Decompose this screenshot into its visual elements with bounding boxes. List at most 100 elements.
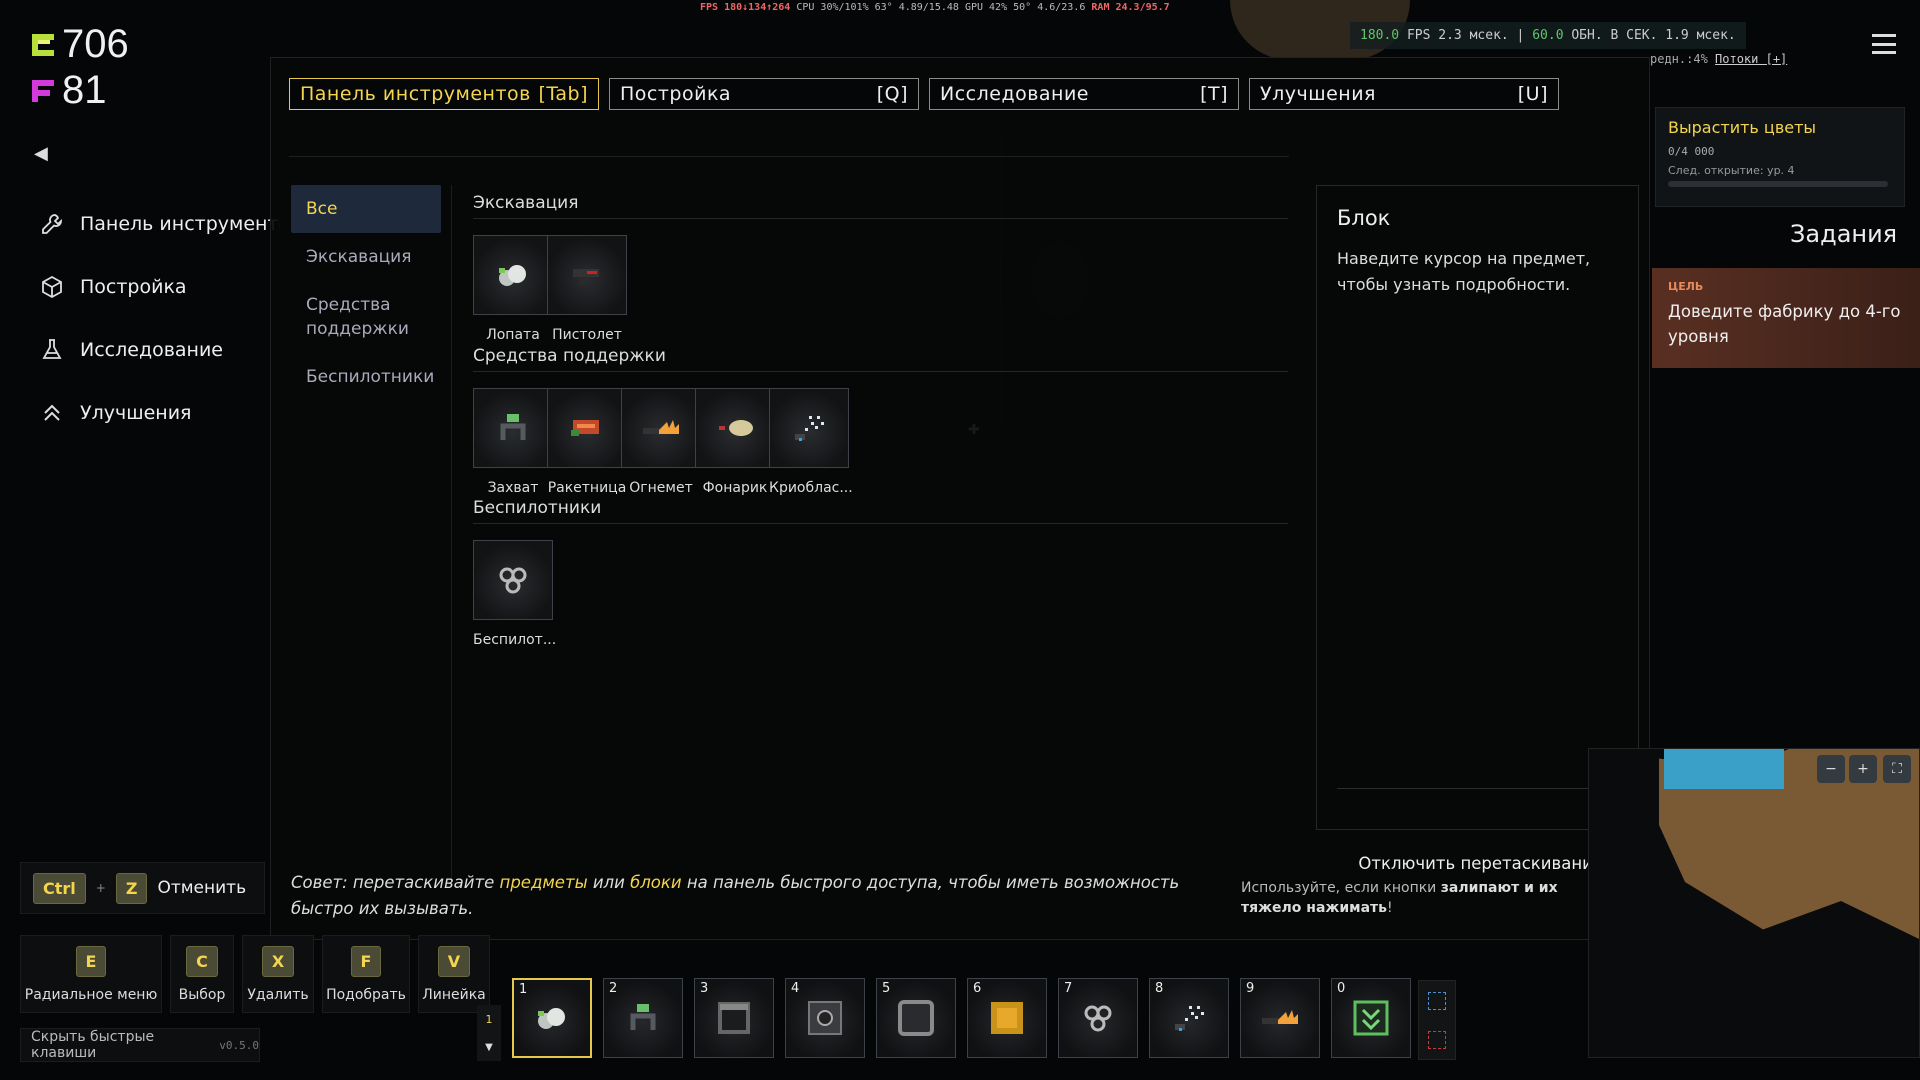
left-menu-research[interactable]: Исследование	[40, 318, 280, 381]
goal-card[interactable]: Вырастить цветы 0/4 000 След. открытие: …	[1655, 107, 1905, 207]
left-menu-toolbar[interactable]: Панель инструментов	[40, 192, 280, 255]
item-slot[interactable]	[473, 235, 553, 315]
collapse-arrow-icon[interactable]: ◀	[34, 143, 48, 164]
hotbar-slot-8[interactable]: 8	[1149, 978, 1229, 1058]
hint-part: или	[587, 873, 631, 892]
machine-block-icon	[808, 1001, 842, 1035]
hotbar-extra-tools	[1418, 980, 1456, 1060]
hotkey-select[interactable]: C Выбор	[170, 935, 234, 1013]
tab-key: [U]	[1517, 83, 1548, 105]
hotkey-delete[interactable]: X Удалить	[242, 935, 314, 1013]
delete-tool-icon[interactable]	[1428, 1030, 1446, 1049]
divider	[1337, 788, 1618, 789]
item-slot[interactable]	[621, 388, 701, 468]
hotkey-hints: E Радиальное меню C Выбор X Удалить F По…	[20, 935, 490, 1013]
item-pistol[interactable]: Пистолет	[547, 235, 627, 343]
item-slot[interactable]	[547, 235, 627, 315]
hotbar-page-indicator[interactable]: 1 ▼	[477, 1005, 501, 1061]
item-shovel[interactable]: Лопата	[473, 235, 553, 343]
hint-highlight: предметы	[499, 873, 588, 892]
hint-highlight: блоки	[630, 873, 682, 892]
minimap[interactable]: − + ⛶	[1588, 748, 1920, 1058]
hotkey-label: Удалить	[247, 986, 309, 1003]
hotbar-slot-0[interactable]: 0	[1331, 978, 1411, 1058]
tab-key: [T]	[1200, 83, 1228, 105]
item-flashlight[interactable]: Фонарик	[695, 388, 775, 496]
hotbar-slot-3[interactable]: 3	[694, 978, 774, 1058]
flashlight-icon	[719, 420, 753, 436]
item-flamethrower[interactable]: Огнемет	[621, 388, 701, 496]
item-slot[interactable]	[769, 388, 849, 468]
cube-icon	[42, 275, 62, 298]
item-slot[interactable]	[695, 388, 775, 468]
item-label: Фонарик	[702, 480, 768, 496]
select-tool-icon[interactable]	[1428, 991, 1446, 1010]
hotbar-slot-9[interactable]: 9	[1240, 978, 1320, 1058]
hide-hotkeys-button[interactable]: Скрыть быстрые клавиши v0.5.0	[20, 1028, 260, 1062]
undo-hint[interactable]: Ctrl + Z Отменить	[20, 862, 265, 914]
category-all[interactable]: Все	[291, 185, 441, 233]
grab-claw-icon	[630, 1004, 656, 1030]
minimap-fullscreen-icon[interactable]: ⛶	[1883, 755, 1911, 783]
grab-claw-icon	[500, 414, 526, 440]
item-slot[interactable]	[547, 388, 627, 468]
left-menu-label: Панель инструментов	[80, 212, 280, 235]
hotkey-ruler[interactable]: V Линейка	[418, 935, 490, 1013]
tab-research[interactable]: Исследование [T]	[929, 78, 1239, 110]
slot-number: 5	[882, 981, 891, 996]
left-menu-upgrades[interactable]: Улучшения	[40, 381, 280, 444]
threads-link[interactable]: Потоки [+]	[1715, 52, 1787, 66]
minimap-zoom-out[interactable]: −	[1817, 755, 1845, 783]
item-grab[interactable]: Захват	[473, 388, 553, 496]
left-menu-build[interactable]: Постройка	[40, 255, 280, 318]
undo-label: Отменить	[157, 878, 247, 898]
item-slot[interactable]	[473, 388, 553, 468]
hotbar-slot-1[interactable]: 1	[512, 978, 592, 1058]
hotbar-slot-4[interactable]: 4	[785, 978, 865, 1058]
hotkey-label: Выбор	[178, 986, 226, 1003]
item-cryoblaster[interactable]: Криоблас...	[769, 388, 853, 496]
hamburger-menu-icon[interactable]	[1872, 34, 1896, 54]
perf-gpu: GPU 42% 50° 4.6/23.6	[964, 2, 1086, 13]
chevrons-up-icon	[44, 404, 60, 421]
slot-number: 3	[700, 981, 709, 996]
hotkey-radial-menu[interactable]: E Радиальное меню	[20, 935, 162, 1013]
hotkey-pickup[interactable]: F Подобрать	[322, 935, 410, 1013]
hotbar-slot-7[interactable]: 7	[1058, 978, 1138, 1058]
drone-icon	[499, 567, 527, 594]
hotkey-label: Подобрать	[326, 986, 406, 1003]
chevron-down-icon[interactable]: ▼	[485, 1042, 493, 1053]
hotbar-slot-6[interactable]: 6	[967, 978, 1047, 1058]
item-label: Захват	[487, 480, 539, 496]
hint-text: Совет: перетаскивайте предметы или блоки…	[291, 870, 1201, 922]
wall-block-icon	[718, 1002, 750, 1034]
tab-toolbar[interactable]: Панель инструментов [Tab]	[289, 78, 599, 110]
category-excavation[interactable]: Экскавация	[291, 233, 441, 281]
item-drone[interactable]: Беспилот...	[473, 540, 556, 648]
category-support[interactable]: Средства поддержки	[291, 281, 441, 353]
task-card[interactable]: ЦЕЛЬ Доведите фабрику до 4-го уровня	[1652, 268, 1920, 368]
category-drones[interactable]: Беспилотники	[291, 353, 441, 401]
hide-hotkeys-label: Скрыть быстрые клавиши	[31, 1029, 155, 1061]
tab-build[interactable]: Постройка [Q]	[609, 78, 919, 110]
hotbar-slot-2[interactable]: 2	[603, 978, 683, 1058]
hotkey-key: F	[350, 945, 382, 977]
resource-f-value: 81	[62, 68, 107, 112]
ups-value: 60.0	[1532, 28, 1564, 43]
divider	[289, 156, 1289, 157]
item-rocket-launcher[interactable]: Ракетница	[547, 388, 627, 496]
hotbar-slot-5[interactable]: 5	[876, 978, 956, 1058]
detail-title: Блок	[1337, 206, 1391, 230]
tasks-title: Задания	[1790, 220, 1898, 248]
pistol-icon	[573, 269, 599, 285]
hint-part: Совет: перетаскивайте	[291, 873, 500, 892]
item-label: Огнемет	[629, 480, 693, 496]
left-menu-label: Исследование	[80, 338, 224, 361]
item-slot[interactable]	[473, 540, 553, 620]
key-ctrl: Ctrl	[33, 872, 86, 904]
wrench-icon	[42, 213, 62, 234]
perf-ram: RAM 24.3/95.7	[1091, 2, 1170, 13]
resource-c-value: 706	[62, 22, 129, 66]
tab-upgrades[interactable]: Улучшения [U]	[1249, 78, 1559, 110]
minimap-zoom-in[interactable]: +	[1849, 755, 1877, 783]
